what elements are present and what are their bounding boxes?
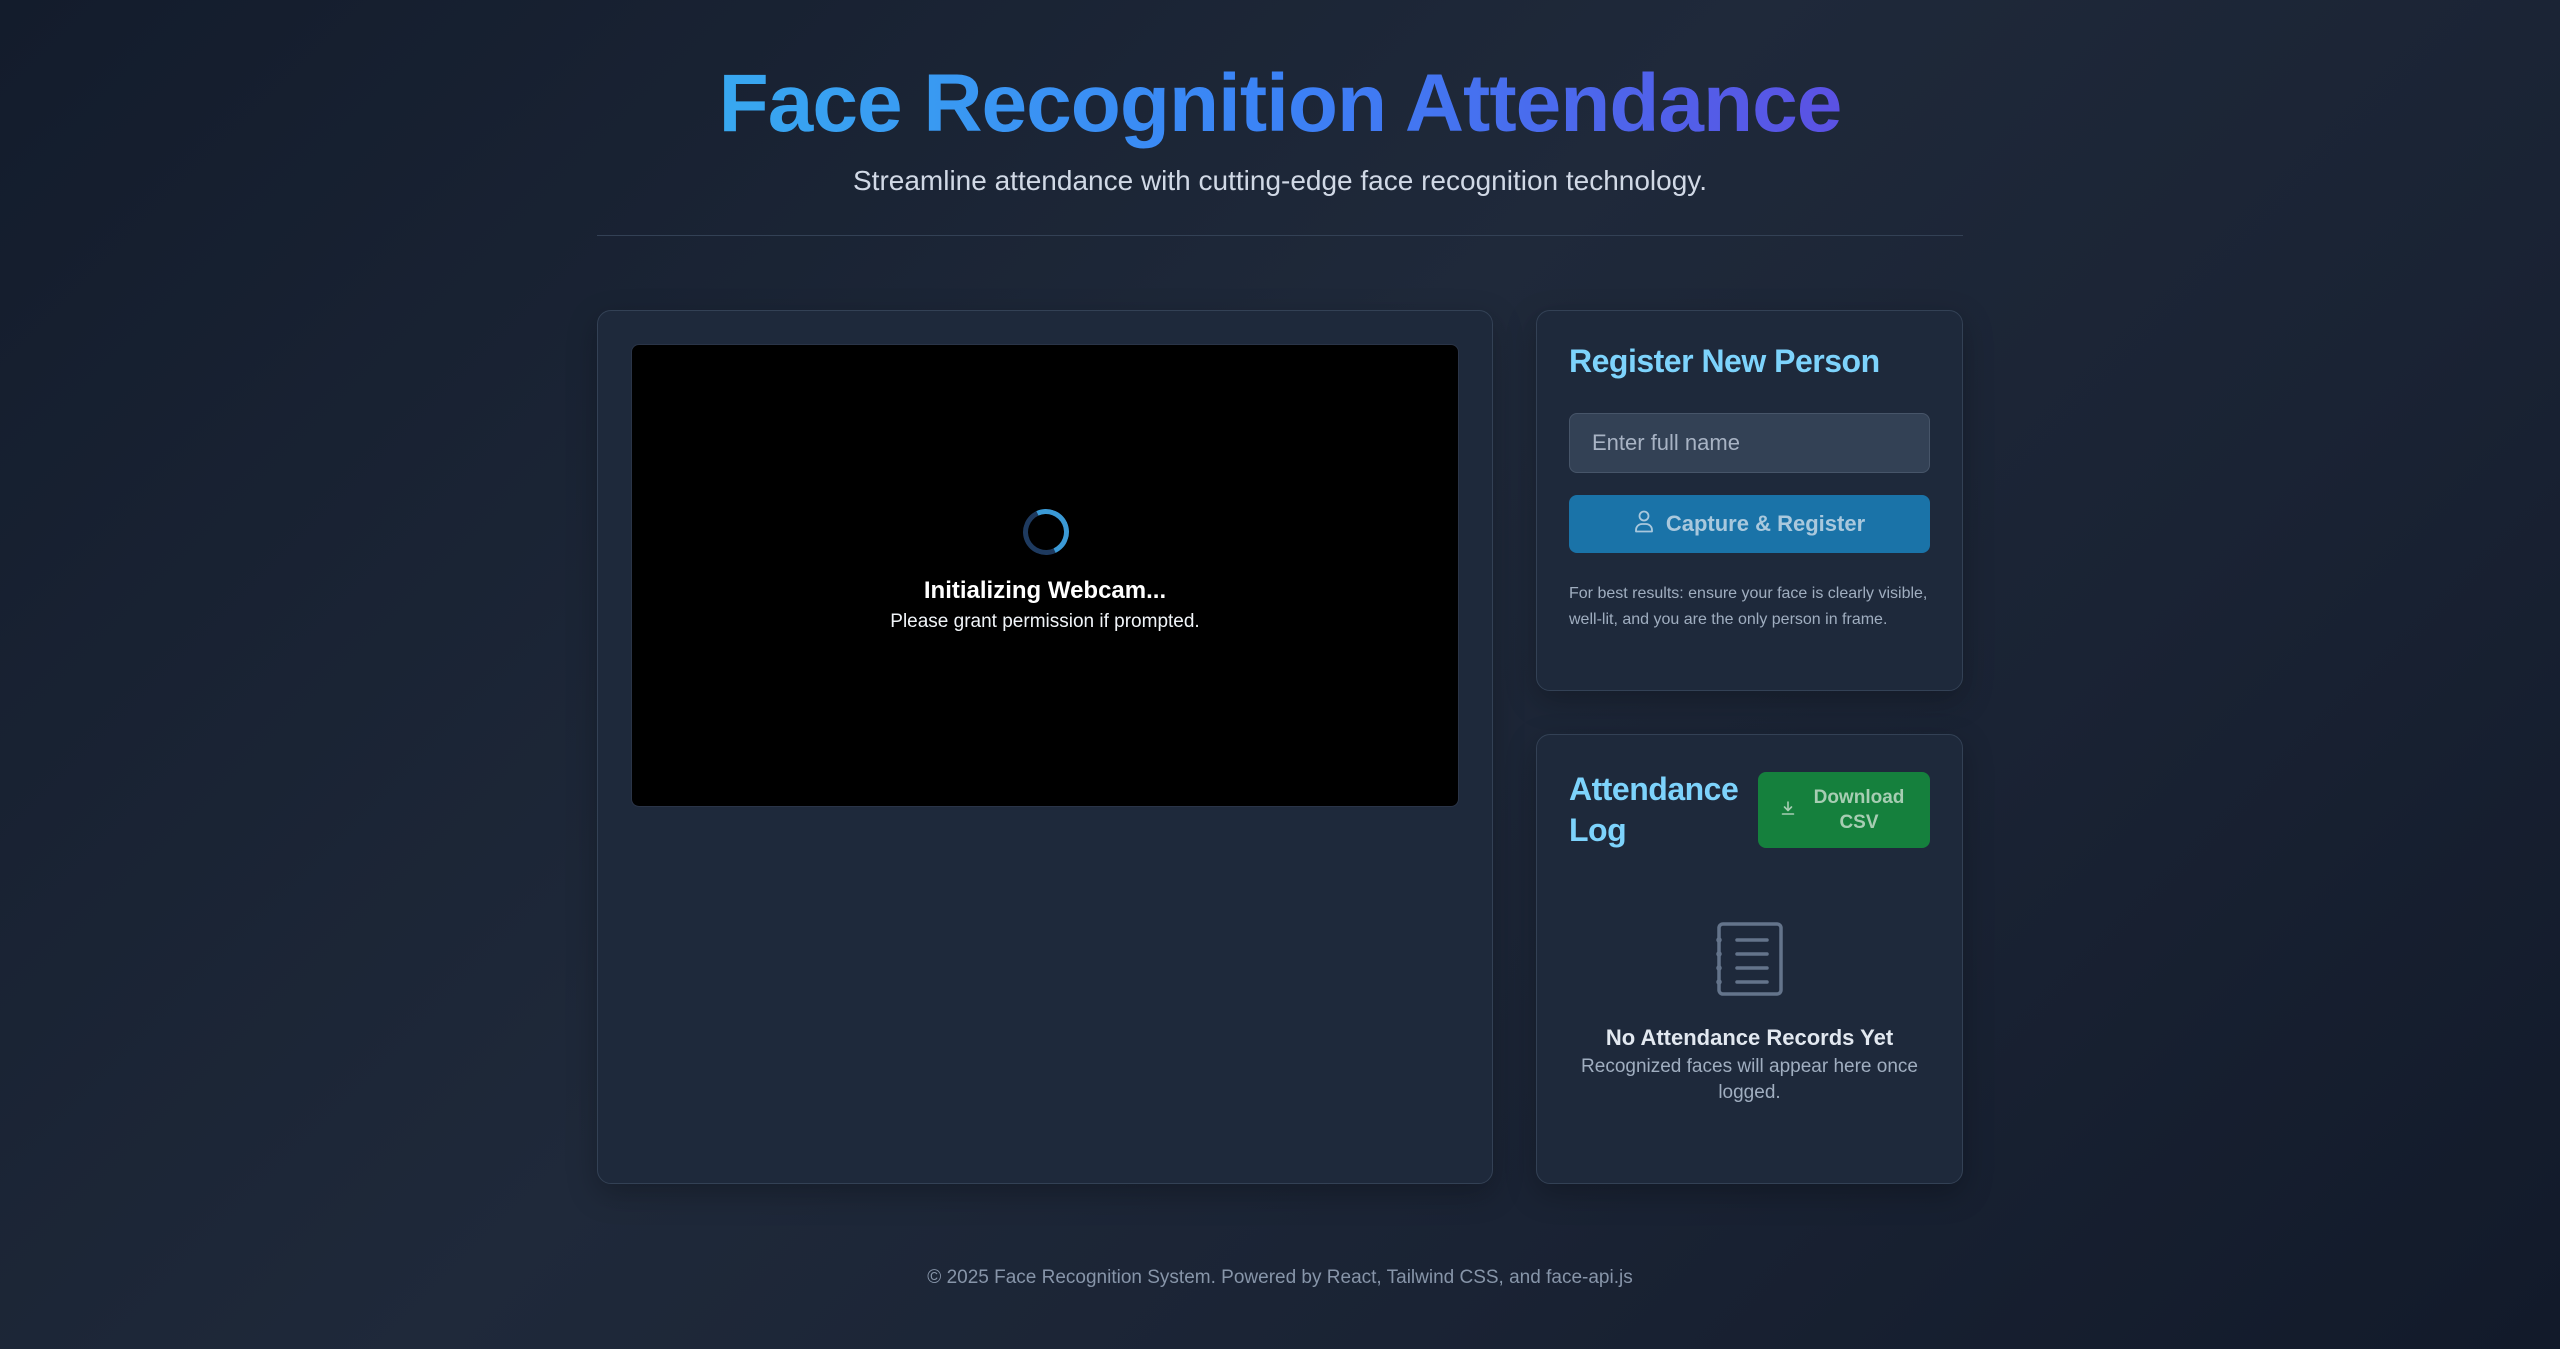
download-csv-button[interactable]: Download CSV	[1758, 772, 1930, 848]
download-csv-label: Download CSV	[1813, 787, 1905, 833]
attendance-log-card: Attendance Log Download CSV No Attendanc…	[1536, 734, 1963, 1184]
webcam-card: Initializing Webcam... Please grant perm…	[597, 310, 1493, 1184]
capture-register-label: Capture & Register	[1665, 511, 1866, 536]
webcam-status-text: Initializing Webcam...	[923, 577, 1167, 604]
capture-register-button[interactable]: Capture & Register	[1569, 495, 1930, 553]
clipboard-list-icon	[1715, 921, 1785, 1002]
download-icon	[1781, 798, 1795, 823]
attendance-log-title: Attendance Log	[1569, 771, 1739, 848]
page-header: Face Recognition Attendance Streamline a…	[0, 55, 2560, 197]
empty-state-title: No Attendance Records Yet	[1605, 1025, 1894, 1050]
page-title: Face Recognition Attendance	[719, 55, 1843, 153]
webcam-video: Initializing Webcam... Please grant perm…	[631, 344, 1459, 807]
user-icon	[1634, 509, 1654, 539]
loading-spinner-icon	[1016, 502, 1076, 562]
register-tip-text: For best results: ensure your face is cl…	[1569, 585, 1928, 628]
empty-state-subtitle: Recognized faces will appear here once l…	[1581, 1056, 1918, 1103]
page-footer: © 2025 Face Recognition System. Powered …	[927, 1267, 1633, 1288]
register-title: Register New Person	[1569, 343, 1880, 379]
header-divider	[597, 235, 1963, 236]
page-subtitle: Streamline attendance with cutting-edge …	[852, 165, 1707, 197]
register-card: Register New Person Capture & Register F…	[1536, 310, 1963, 691]
webcam-permission-hint: Please grant permission if prompted.	[890, 611, 1200, 632]
full-name-input[interactable]	[1569, 413, 1930, 473]
